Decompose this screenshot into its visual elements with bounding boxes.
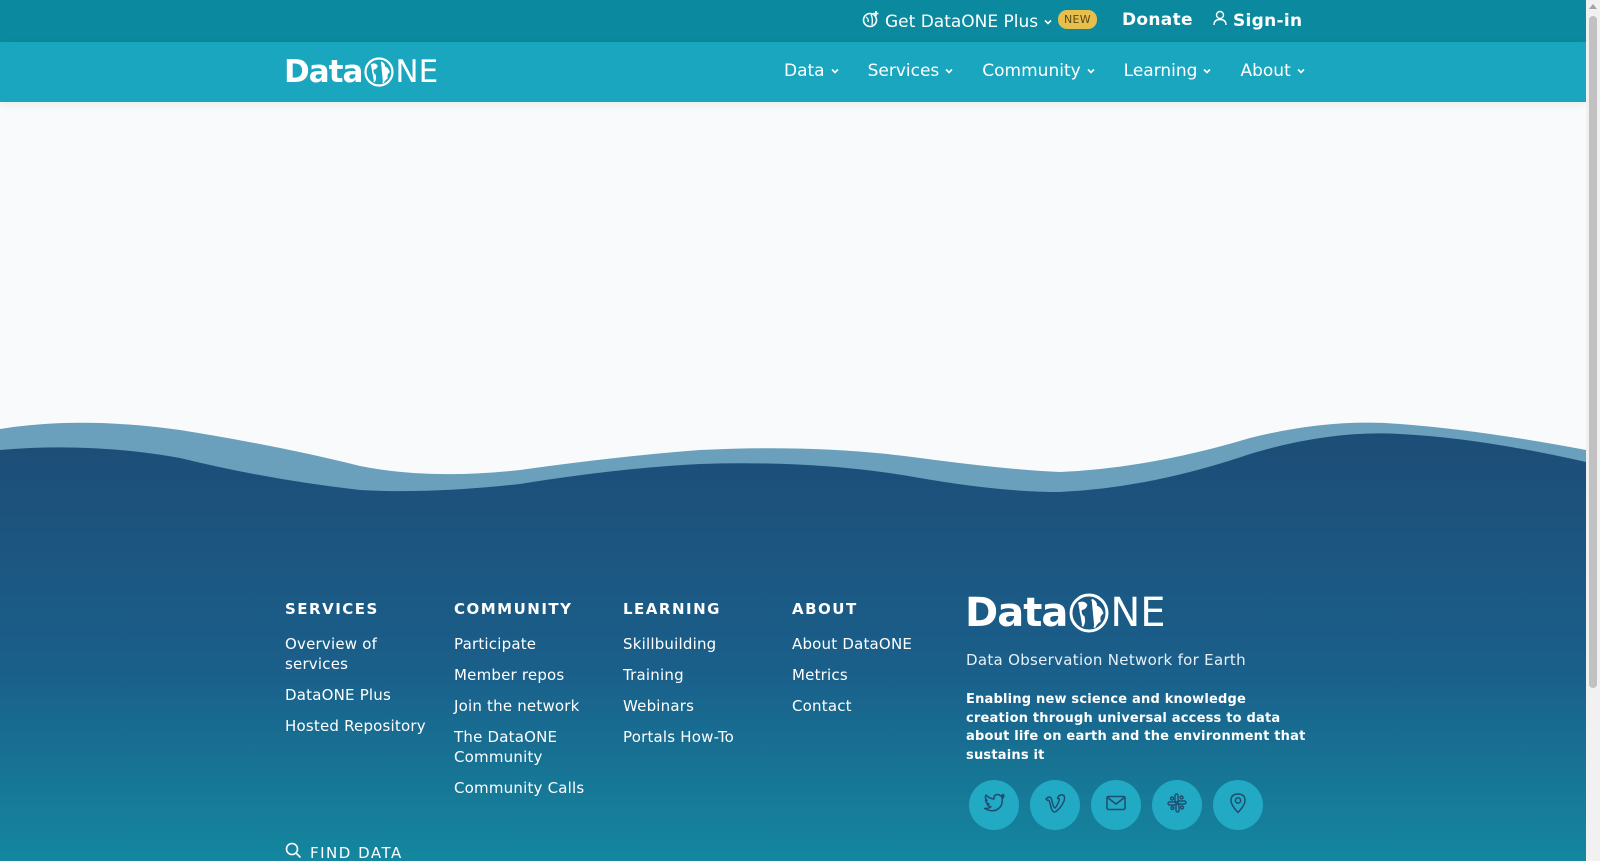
globe-plus-icon [862,10,880,33]
main-content-area [0,102,1586,420]
footer-tagline: Data Observation Network for Earth [966,651,1246,669]
vimeo-button[interactable] [1030,780,1080,830]
footer-link-contact[interactable]: Contact [792,696,942,716]
footer-heading-services: SERVICES [285,600,379,618]
footer-link-participate[interactable]: Participate [454,634,604,654]
footer-link-about-dataone[interactable]: About DataONE [792,634,942,654]
footer-link-portals-how-to[interactable]: Portals How-To [623,727,773,747]
globe-icon [364,57,394,87]
slack-button[interactable] [1152,780,1202,830]
footer-link-the-dataone-community[interactable]: The DataONE Community [454,727,574,767]
map-pin-icon [1226,791,1250,819]
sign-in-link[interactable]: Sign-in [1212,10,1302,31]
nav-learning[interactable]: Learning [1124,61,1213,81]
dataone-logo[interactable]: Data NE [284,54,438,90]
get-dataone-plus-label: Get DataONE Plus [885,11,1039,32]
footer-link-hosted-repository[interactable]: Hosted Repository [285,716,435,736]
top-utility-bar: Get DataONE Plus NEW Donate Sign-in [0,0,1586,42]
footer-logo-text-data: Data [965,590,1068,636]
social-links [969,780,1263,830]
chevron-down-icon [1296,61,1306,81]
scrollbar-thumb[interactable] [1589,16,1597,688]
footer-col-learning: LEARNING Skillbuilding Training Webinars… [623,600,773,758]
new-badge: NEW [1058,10,1097,29]
footer-mission-statement: Enabling new science and knowledge creat… [966,692,1306,763]
footer-link-join-the-network[interactable]: Join the network [454,696,604,716]
footer-link-webinars[interactable]: Webinars [623,696,773,716]
get-dataone-plus-menu[interactable]: Get DataONE Plus [862,10,1053,33]
find-data-label: FIND DATA [310,843,403,861]
logo-text-ne: NE [395,54,439,90]
main-navigation: Data NE Data Services Community Learning… [0,42,1586,102]
sign-in-label: Sign-in [1233,10,1303,31]
footer-col-about: ABOUT About DataONE Metrics Contact [792,600,942,727]
footer-link-overview-of-services[interactable]: Overview of services [285,634,435,674]
footer-link-metrics[interactable]: Metrics [792,665,942,685]
footer-col-services: SERVICES Overview of services DataONE Pl… [285,600,435,747]
vimeo-icon [1043,791,1067,819]
vertical-scrollbar[interactable] [1586,0,1600,861]
find-data-link[interactable]: FIND DATA [285,842,403,861]
chevron-down-icon [830,61,840,81]
email-button[interactable] [1091,780,1141,830]
nav-community[interactable]: Community [982,61,1095,81]
slack-icon [1165,791,1189,819]
nav-menu: Data Services Community Learning About [784,61,1306,81]
nav-community-label: Community [982,61,1081,81]
footer-link-dataone-plus[interactable]: DataONE Plus [285,685,435,705]
chevron-down-icon [1202,61,1212,81]
nav-data-label: Data [784,61,825,81]
donate-link[interactable]: Donate [1122,10,1193,30]
user-icon [1212,10,1228,31]
mail-icon [1104,791,1128,819]
footer-link-community-calls[interactable]: Community Calls [454,778,604,798]
chevron-down-icon [944,61,954,81]
footer-link-skillbuilding[interactable]: Skillbuilding [623,634,773,654]
footer-heading-about: ABOUT [792,600,858,618]
globe-icon [1069,593,1109,633]
footer-col-community: COMMUNITY Participate Member repos Join … [454,600,604,809]
footer-logo-text-ne: NE [1110,590,1166,636]
footer-link-member-repos[interactable]: Member repos [454,665,604,685]
nav-learning-label: Learning [1123,61,1198,81]
footer-dataone-logo[interactable]: Data NE [965,590,1166,636]
chevron-down-icon [1043,12,1053,32]
footer-heading-learning: LEARNING [623,600,721,618]
search-icon [285,842,302,861]
nav-services-label: Services [867,61,940,81]
logo-text-data: Data [284,54,363,90]
twitter-icon [982,791,1006,819]
footer-link-training[interactable]: Training [623,665,773,685]
nav-data[interactable]: Data [784,61,840,81]
nav-about[interactable]: About [1240,61,1305,81]
nav-services[interactable]: Services [868,61,955,81]
footer-heading-community: COMMUNITY [454,600,573,618]
chevron-down-icon [1086,61,1096,81]
scroll-up-arrow-icon[interactable] [1589,4,1597,9]
location-button[interactable] [1213,780,1263,830]
nav-about-label: About [1240,61,1291,81]
twitter-button[interactable] [969,780,1019,830]
